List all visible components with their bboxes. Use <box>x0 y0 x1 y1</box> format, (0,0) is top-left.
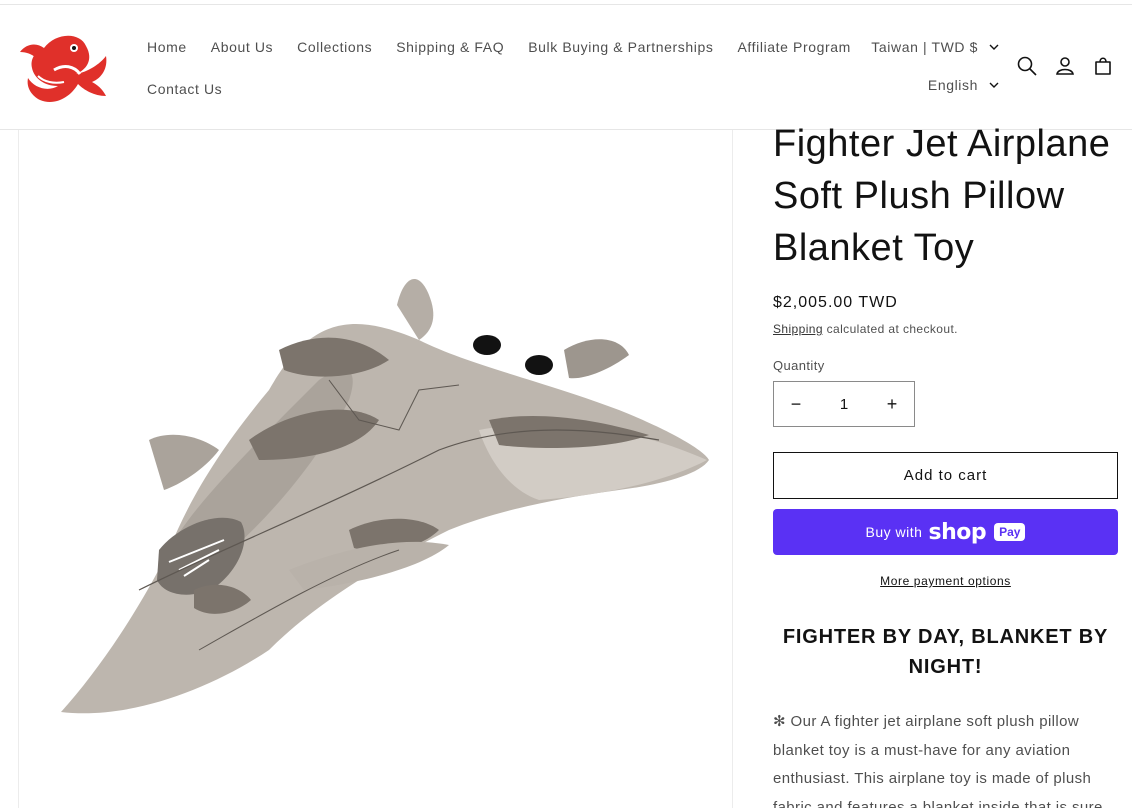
search-icon <box>1017 56 1037 76</box>
account-button[interactable] <box>1050 51 1080 81</box>
chevron-down-icon <box>989 44 999 50</box>
product-description: ✻ Our A fighter jet airplane soft plush … <box>773 713 1103 808</box>
site-header: Home About Us Collections Shipping & FAQ… <box>0 5 1132 130</box>
more-payment-options: More payment options <box>773 574 1118 588</box>
nav-link-collections[interactable]: Collections <box>285 39 384 55</box>
product-media-gallery <box>18 130 733 808</box>
shop-pay-pill: Pay <box>994 523 1026 541</box>
nav-link-about-us[interactable]: About Us <box>199 39 285 55</box>
chevron-down-icon <box>989 82 999 88</box>
nav-link-shipping-faq[interactable]: Shipping & FAQ <box>384 39 516 55</box>
language-selector[interactable]: English <box>871 71 1000 99</box>
main-navigation: Home About Us Collections Shipping & FAQ… <box>135 29 850 107</box>
nav-link-bulk-buying[interactable]: Bulk Buying & Partnerships <box>516 39 725 55</box>
header-icon-group <box>1012 51 1118 81</box>
product-title: Fighter Jet Airplane Soft Plush Pillow B… <box>773 123 1111 269</box>
country-selector-label: Taiwan | TWD $ <box>871 39 978 55</box>
language-selector-label: English <box>927 77 978 93</box>
nav-row-secondary: Contact Us <box>135 71 835 107</box>
fighter-jet-plush-image[interactable] <box>19 130 734 808</box>
description-heading: FIGHTER BY DAY, BLANKET BY NIGHT! <box>782 626 1109 678</box>
add-to-cart-button[interactable]: Add to cart <box>773 452 1118 499</box>
quantity-label: Quantity <box>773 358 825 373</box>
nav-link-affiliate-program[interactable]: Affiliate Program <box>725 39 862 55</box>
quantity-decrease-button[interactable]: − <box>784 392 808 416</box>
account-icon <box>1056 57 1074 75</box>
localization-selectors: Taiwan | TWD $ English <box>871 33 1000 99</box>
quantity-input[interactable] <box>819 395 869 413</box>
koi-logo-icon <box>20 35 107 103</box>
cart-icon <box>1095 57 1111 75</box>
brand-logo[interactable] <box>14 30 114 110</box>
shop-pay-button[interactable]: Buy with shop Pay <box>773 509 1118 555</box>
cart-button[interactable] <box>1088 51 1118 81</box>
shipping-link[interactable]: Shipping <box>773 322 823 336</box>
shop-pay-prefix: Buy with <box>865 524 923 540</box>
nav-row-primary: Home About Us Collections Shipping & FAQ… <box>135 29 850 65</box>
product-info: Fighter Jet Airplane Soft Plush Pillow B… <box>773 118 1118 808</box>
more-payment-options-link[interactable]: More payment options <box>880 574 1011 588</box>
shipping-note: Shipping calculated at checkout. <box>773 322 1118 336</box>
quantity-increase-button[interactable]: + <box>880 392 904 416</box>
country-selector[interactable]: Taiwan | TWD $ <box>871 33 1000 61</box>
shipping-note-text: calculated at checkout. <box>822 322 958 336</box>
shop-pay-logo-word: shop <box>928 519 987 545</box>
nav-link-home[interactable]: Home <box>135 39 199 55</box>
quantity-stepper: − + <box>773 381 915 427</box>
nav-link-contact-us[interactable]: Contact Us <box>135 81 234 97</box>
search-button[interactable] <box>1012 51 1042 81</box>
product-price: $2,005.00 TWD <box>773 294 898 311</box>
